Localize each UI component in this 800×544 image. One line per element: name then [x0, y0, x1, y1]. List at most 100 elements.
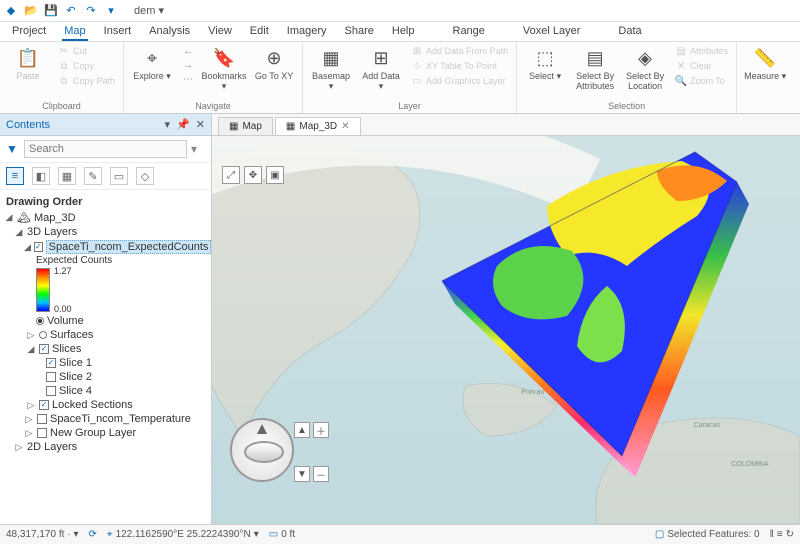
- measure-button[interactable]: 📏Measure ▾: [743, 44, 787, 82]
- tab-view[interactable]: View: [206, 23, 234, 41]
- nav-more-button[interactable]: ⋯: [180, 72, 196, 86]
- paste-button[interactable]: 📋Paste: [6, 44, 50, 82]
- surfaces-node[interactable]: ▷Surfaces: [2, 328, 209, 342]
- qat-more-icon[interactable]: ▾: [104, 4, 118, 18]
- pause-icon[interactable]: ‖: [770, 529, 774, 540]
- search-options-icon[interactable]: ▾: [191, 142, 205, 156]
- zoom-in-icon[interactable]: ＋: [313, 422, 329, 438]
- layer-checkbox[interactable]: ✓: [34, 242, 43, 252]
- list-by-drawing-icon[interactable]: ≡: [6, 167, 24, 185]
- radio-volume[interactable]: [36, 317, 44, 325]
- xy-table-button[interactable]: ⊹XY Table To Point: [409, 59, 510, 73]
- tilt-down-icon[interactable]: ▼: [294, 466, 310, 482]
- bookmarks-button[interactable]: 🔖Bookmarks ▾: [202, 44, 246, 92]
- layer-expected-counts[interactable]: ◢✓SpaceTi_ncom_ExpectedCounts: [2, 239, 209, 255]
- slice2-node[interactable]: Slice 2: [2, 370, 209, 384]
- nav-mode-icon[interactable]: ✥: [244, 166, 262, 184]
- checkbox-temp[interactable]: [37, 414, 47, 424]
- rotation-display[interactable]: ⟳: [89, 529, 97, 540]
- checkbox-slices[interactable]: ✓: [39, 344, 49, 354]
- navigator[interactable]: ▲ ＋ ▼ －: [222, 418, 302, 518]
- compass[interactable]: [230, 418, 294, 482]
- full-extent-icon[interactable]: ⤢: [222, 166, 240, 184]
- layer-temperature[interactable]: ▷SpaceTi_ncom_Temperature: [2, 412, 209, 426]
- list-by-selection-icon[interactable]: ▦: [58, 167, 76, 185]
- select-button[interactable]: ⬚Select ▾: [523, 44, 567, 82]
- list-by-source-icon[interactable]: ◧: [32, 167, 50, 185]
- copy-button[interactable]: ⧉Copy: [56, 59, 117, 73]
- slice1-node[interactable]: ✓Slice 1: [2, 356, 209, 370]
- panel-pin-icon[interactable]: 📌: [176, 118, 190, 131]
- close-tab-icon[interactable]: ✕: [341, 121, 349, 132]
- checkbox-newgroup[interactable]: [37, 428, 47, 438]
- checkbox-slice1[interactable]: ✓: [46, 358, 56, 368]
- radio-surfaces[interactable]: [39, 331, 47, 339]
- save-icon[interactable]: 💾: [44, 4, 58, 18]
- locate-button[interactable]: 🔭Locate: [793, 44, 800, 82]
- camera-icon[interactable]: ▣: [266, 166, 284, 184]
- search-input[interactable]: [24, 140, 187, 158]
- scale-display[interactable]: 48,317,170 ft · ▾: [6, 529, 79, 540]
- checkbox-slice4[interactable]: [46, 386, 56, 396]
- copy-path-button[interactable]: ⧉Copy Path: [56, 74, 117, 88]
- elevation-display[interactable]: ▭0 ft: [269, 529, 295, 540]
- panel-close-icon[interactable]: ✕: [196, 118, 205, 131]
- toc-tree[interactable]: Drawing Order ◢🏔Map_3D ◢3D Layers ◢✓Spac…: [0, 190, 211, 524]
- tab-voxel-layer[interactable]: Voxel Layer: [521, 23, 582, 41]
- scene-canvas[interactable]: Port-au-Prince Caracas COLOMBIA: [212, 136, 800, 524]
- zoom-out-icon[interactable]: －: [313, 466, 329, 482]
- 3d-layers-node[interactable]: ◢3D Layers: [2, 225, 209, 239]
- add-data-path-button[interactable]: ⊞Add Data From Path: [409, 44, 510, 58]
- add-data-button[interactable]: ⊞Add Data ▾: [359, 44, 403, 92]
- checkbox-slice2[interactable]: [46, 372, 56, 382]
- select-by-loc-button[interactable]: ◈Select By Location: [623, 44, 667, 92]
- explore-button[interactable]: ⌖Explore ▾: [130, 44, 174, 82]
- map-node[interactable]: ◢🏔Map_3D: [2, 210, 209, 225]
- project-icon[interactable]: ◆: [4, 4, 18, 18]
- nav-prev-button[interactable]: ←: [180, 44, 196, 58]
- list-by-labeling-icon[interactable]: ◇: [136, 167, 154, 185]
- cut-button[interactable]: ✂Cut: [56, 44, 117, 58]
- select-by-attr-button[interactable]: ▤Select By Attributes: [573, 44, 617, 92]
- new-group-layer[interactable]: ▷New Group Layer: [2, 426, 209, 440]
- 2d-layers-node[interactable]: ▷2D Layers: [2, 440, 209, 454]
- zoom-to-button[interactable]: 🔍Zoom To: [673, 74, 730, 88]
- goto-xy-button[interactable]: ⊕Go To XY: [252, 44, 296, 82]
- coords-display[interactable]: ⌖122.1162590°E 25.2224390°N ▾: [107, 529, 259, 540]
- tab-share[interactable]: Share: [343, 23, 376, 41]
- panel-menu-icon[interactable]: ▾: [165, 118, 171, 131]
- list-by-editing-icon[interactable]: ✎: [84, 167, 102, 185]
- map-tab-3d[interactable]: ▦Map_3D✕: [275, 117, 361, 135]
- clear-button[interactable]: ✕Clear: [673, 59, 730, 73]
- refresh-icon[interactable]: ↻: [786, 529, 794, 540]
- undo-icon[interactable]: ↶: [64, 4, 78, 18]
- redo-icon[interactable]: ↷: [84, 4, 98, 18]
- basemap-button[interactable]: ▦Basemap ▾: [309, 44, 353, 92]
- status-bar: 48,317,170 ft · ▾ ⟳ ⌖122.1162590°E 25.22…: [0, 524, 800, 544]
- attributes-button[interactable]: ▤Attributes: [673, 44, 730, 58]
- tab-insert[interactable]: Insert: [102, 23, 134, 41]
- tab-map[interactable]: Map: [62, 23, 87, 41]
- tab-project[interactable]: Project: [10, 23, 48, 41]
- tab-data[interactable]: Data: [616, 23, 643, 41]
- tab-analysis[interactable]: Analysis: [147, 23, 192, 41]
- add-graphics-button[interactable]: ▭Add Graphics Layer: [409, 74, 510, 88]
- snap-icon[interactable]: ≡: [777, 529, 783, 540]
- tab-range[interactable]: Range: [451, 23, 487, 41]
- slice4-node[interactable]: Slice 4: [2, 384, 209, 398]
- volume-node[interactable]: Volume: [2, 314, 209, 328]
- slices-node[interactable]: ◢✓Slices: [2, 342, 209, 356]
- locked-sections-node[interactable]: ▷✓Locked Sections: [2, 398, 209, 412]
- map-tab-2d[interactable]: ▦Map: [218, 117, 273, 135]
- tab-help[interactable]: Help: [390, 23, 417, 41]
- tab-edit[interactable]: Edit: [248, 23, 271, 41]
- selected-features[interactable]: ▢Selected Features: 0: [655, 529, 760, 540]
- filter-icon[interactable]: ▼: [6, 142, 20, 156]
- tilt-up-icon[interactable]: ▲: [294, 422, 310, 438]
- list-by-snapping-icon[interactable]: ▭: [110, 167, 128, 185]
- tab-imagery[interactable]: Imagery: [285, 23, 329, 41]
- checkbox-locked[interactable]: ✓: [39, 400, 49, 410]
- project-dropdown[interactable]: dem ▾: [134, 4, 164, 17]
- open-icon[interactable]: 📂: [24, 4, 38, 18]
- nav-next-button[interactable]: →: [180, 58, 196, 72]
